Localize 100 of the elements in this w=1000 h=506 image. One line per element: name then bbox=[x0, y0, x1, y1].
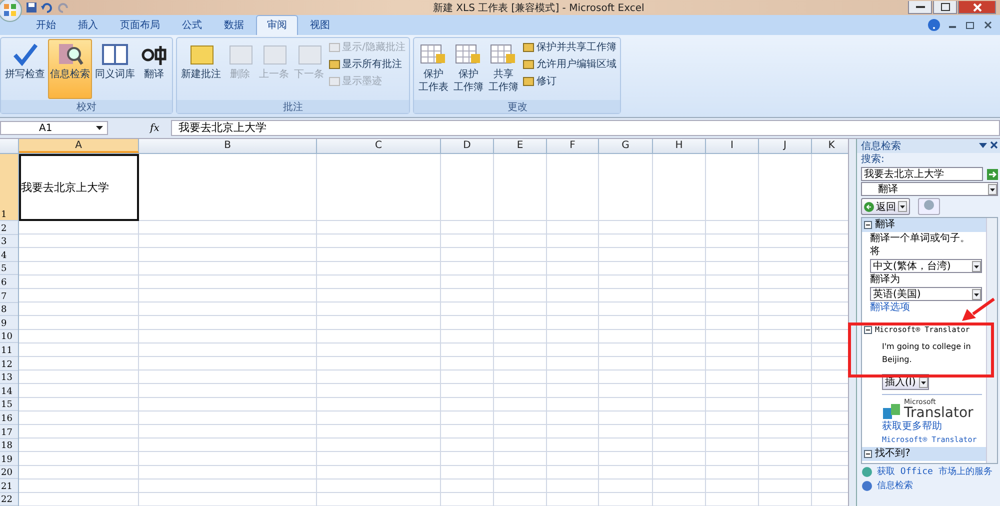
dropdown-icon[interactable] bbox=[978, 142, 987, 148]
back-arrow-icon bbox=[864, 202, 874, 212]
caret-icon bbox=[96, 126, 103, 130]
column-header[interactable]: J bbox=[759, 139, 812, 153]
row-header[interactable]: 7 bbox=[0, 288, 18, 303]
ribbon-tab[interactable]: 页面布局 bbox=[110, 16, 170, 35]
pane-title: 信息检索 bbox=[861, 140, 901, 153]
close-button[interactable] bbox=[958, 1, 996, 14]
ribbon-button[interactable]: 同义词库 bbox=[93, 39, 137, 99]
restore-icon[interactable] bbox=[966, 21, 975, 29]
column-header[interactable]: G bbox=[599, 139, 653, 153]
column-header[interactable]: F bbox=[547, 139, 599, 153]
section-header[interactable]: 找不到? bbox=[862, 447, 986, 461]
forward-icon bbox=[924, 200, 934, 210]
row-header[interactable]: 8 bbox=[0, 302, 18, 316]
column-header[interactable]: C bbox=[317, 139, 441, 153]
scroll-bar[interactable] bbox=[848, 139, 856, 506]
maximize-icon bbox=[940, 3, 950, 11]
caret-icon[interactable] bbox=[972, 260, 981, 272]
from-label: 将 bbox=[870, 246, 880, 258]
maximize-button[interactable] bbox=[933, 1, 957, 14]
row-header[interactable]: 3 bbox=[0, 234, 18, 248]
close-icon[interactable] bbox=[990, 140, 998, 148]
footer-link[interactable]: 获取 Office 市场上的服务 bbox=[877, 466, 992, 478]
column-header[interactable]: D bbox=[441, 139, 494, 153]
row-header[interactable]: 10 bbox=[0, 330, 18, 344]
from-language-dropdown[interactable]: 中文(繁体，台湾) bbox=[870, 259, 982, 273]
help-link[interactable]: 获取更多帮助 bbox=[882, 421, 942, 433]
ribbon-small-button[interactable]: 保护并共享工作簿 bbox=[521, 39, 618, 55]
source-dropdown[interactable]: 翻译 bbox=[861, 182, 998, 196]
row-header[interactable]: 16 bbox=[0, 411, 18, 425]
ribbon-tab[interactable]: 插入 bbox=[68, 16, 108, 35]
small-button-icon bbox=[329, 58, 340, 70]
search-field[interactable]: 我要去北京上大学 bbox=[861, 167, 983, 181]
row-header[interactable]: 6 bbox=[0, 275, 18, 289]
minimize-button[interactable] bbox=[908, 1, 932, 14]
ribbon-tab[interactable]: 视图 bbox=[300, 16, 340, 35]
row-header[interactable]: 4 bbox=[0, 248, 18, 262]
table-cell[interactable]: 我要去北京上大学 bbox=[19, 154, 139, 221]
footer-link[interactable]: 信息检索 bbox=[877, 480, 913, 492]
row-header[interactable]: 11 bbox=[0, 343, 18, 357]
ribbon-tab[interactable]: 数据 bbox=[214, 16, 254, 35]
ribbon-button[interactable]: 保护 工作簿 bbox=[451, 39, 486, 99]
office-button[interactable] bbox=[0, 0, 22, 22]
undo-icon[interactable] bbox=[41, 2, 53, 13]
row-header[interactable]: 12 bbox=[0, 356, 18, 371]
ribbon-tab[interactable]: 开始 bbox=[26, 16, 66, 35]
column-header[interactable]: E bbox=[494, 139, 547, 153]
ribbon-button[interactable]: 翻译 bbox=[138, 39, 170, 99]
row-header[interactable]: 17 bbox=[0, 424, 18, 438]
ribbon-small-button[interactable]: 显示所有批注 bbox=[327, 56, 408, 72]
row-header[interactable]: 9 bbox=[0, 316, 18, 330]
scroll-bar[interactable] bbox=[986, 218, 997, 463]
close-icon[interactable] bbox=[984, 21, 992, 29]
row-header[interactable]: 13 bbox=[0, 370, 18, 384]
collapse-icon[interactable] bbox=[864, 450, 872, 458]
ribbon-tab[interactable]: 审阅 bbox=[256, 15, 298, 35]
ribbon-small-button[interactable]: 修订 bbox=[521, 73, 618, 89]
row-header[interactable]: 15 bbox=[0, 398, 18, 412]
ribbon-button[interactable]: 保护 工作表 bbox=[416, 39, 450, 99]
column-header[interactable]: A bbox=[19, 139, 139, 153]
collapse-icon[interactable] bbox=[864, 221, 872, 229]
ribbon-small-button[interactable]: 允许用户编辑区域 bbox=[521, 56, 618, 72]
row-header[interactable]: 20 bbox=[0, 466, 18, 480]
search-label: 搜索: bbox=[861, 154, 886, 166]
section-header[interactable]: 翻译 bbox=[862, 218, 986, 232]
row-header[interactable]: 21 bbox=[0, 479, 18, 493]
row-header[interactable]: 1 bbox=[0, 154, 18, 221]
ribbon-button[interactable]: 拼写检查 bbox=[3, 39, 47, 99]
row-header[interactable]: 5 bbox=[0, 262, 18, 276]
caret-icon[interactable] bbox=[972, 288, 981, 300]
close-icon bbox=[972, 2, 982, 12]
ribbon-button[interactable]: 新建批注 bbox=[179, 39, 223, 99]
column-header[interactable]: B bbox=[139, 139, 317, 153]
to-label: 翻译为 bbox=[870, 274, 900, 286]
formula-field[interactable]: 我要去北京上大学 bbox=[171, 120, 1000, 136]
name-box[interactable]: A1 bbox=[0, 121, 108, 135]
column-header[interactable]: H bbox=[653, 139, 706, 153]
save-icon[interactable] bbox=[26, 2, 37, 13]
to-language-dropdown[interactable]: 英语(美国) bbox=[870, 287, 982, 301]
book-icon bbox=[101, 41, 129, 67]
caret-icon[interactable] bbox=[918, 376, 928, 388]
collapse-icon[interactable] bbox=[864, 326, 872, 334]
column-header[interactable]: I bbox=[706, 139, 759, 153]
caret-icon[interactable] bbox=[988, 184, 997, 194]
ribbon-tab[interactable]: 公式 bbox=[172, 16, 212, 35]
function-button[interactable]: fx bbox=[142, 122, 168, 134]
row-header[interactable]: 22 bbox=[0, 492, 18, 506]
back-button[interactable]: 返回 bbox=[861, 198, 910, 215]
caret-icon[interactable] bbox=[898, 201, 907, 212]
options-link[interactable]: 翻译选项 bbox=[870, 302, 910, 314]
row-header[interactable]: 14 bbox=[0, 384, 18, 398]
help-icon[interactable] bbox=[928, 19, 940, 31]
ribbon-button[interactable]: 信息检索 bbox=[48, 39, 92, 99]
row-header[interactable]: 18 bbox=[0, 438, 18, 452]
go-arrow-icon[interactable] bbox=[987, 168, 998, 180]
row-header[interactable]: 19 bbox=[0, 452, 18, 466]
row-header[interactable]: 2 bbox=[0, 221, 18, 235]
ribbon-button[interactable]: 共享 工作簿 bbox=[486, 39, 520, 99]
group-label: 更改 bbox=[414, 100, 620, 113]
